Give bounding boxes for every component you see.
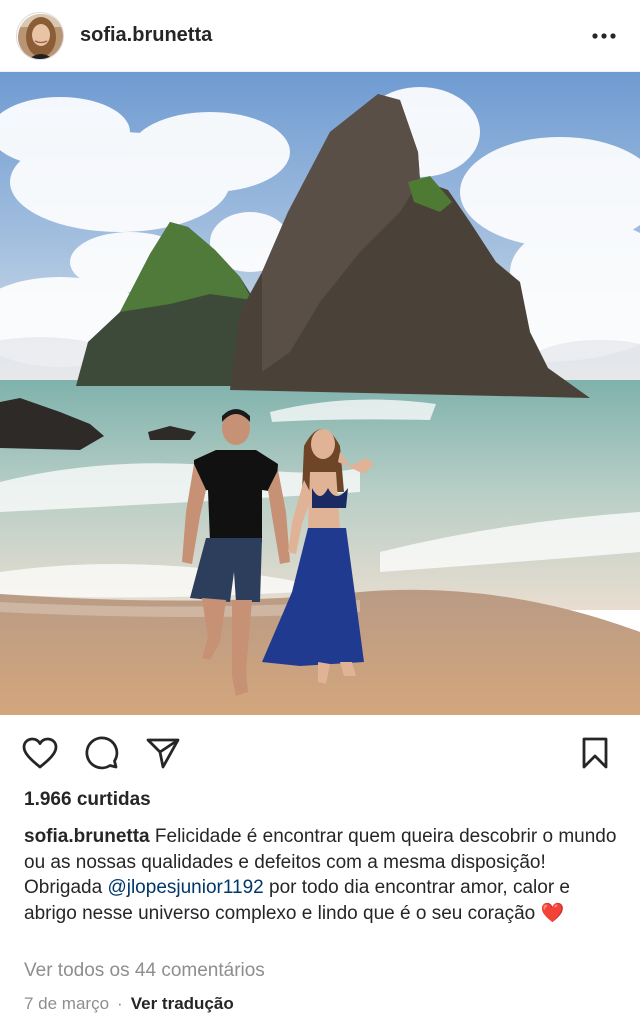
send-icon [146, 738, 180, 769]
post-photo[interactable] [0, 72, 640, 715]
avatar[interactable] [16, 11, 64, 60]
bookmark-icon [582, 737, 608, 769]
post-meta: 7 de março · Ver tradução [24, 994, 234, 1014]
post-actions [0, 715, 640, 789]
caption-text-end: por todo dia encontrar amor, calor e abr… [24, 877, 571, 924]
username[interactable]: sofia.brunetta [80, 24, 212, 47]
save-button[interactable] [575, 733, 615, 773]
more-options-button[interactable] [584, 16, 624, 56]
translate-link[interactable]: Ver tradução [131, 994, 234, 1014]
more-options-icon [592, 32, 616, 39]
comment-icon [85, 736, 119, 770]
view-comments-link[interactable]: Ver todos os 44 comentários [24, 960, 265, 982]
heart-icon [22, 737, 58, 769]
heart-emoji: ❤️ [540, 902, 565, 924]
post-header: sofia.brunetta [0, 0, 640, 72]
caption-username[interactable]: sofia.brunetta [24, 826, 150, 847]
post-date: 7 de março [24, 994, 110, 1013]
caption: sofia.brunetta Felicidade é encontrar qu… [24, 824, 624, 926]
like-button[interactable] [20, 733, 60, 773]
likes-count[interactable]: 1.966 curtidas [24, 789, 151, 811]
comment-button[interactable] [82, 733, 122, 773]
caption-mention[interactable]: @jlopesjunior1192 [107, 877, 263, 898]
meta-separator: · [117, 994, 123, 1013]
share-button[interactable] [143, 733, 183, 773]
